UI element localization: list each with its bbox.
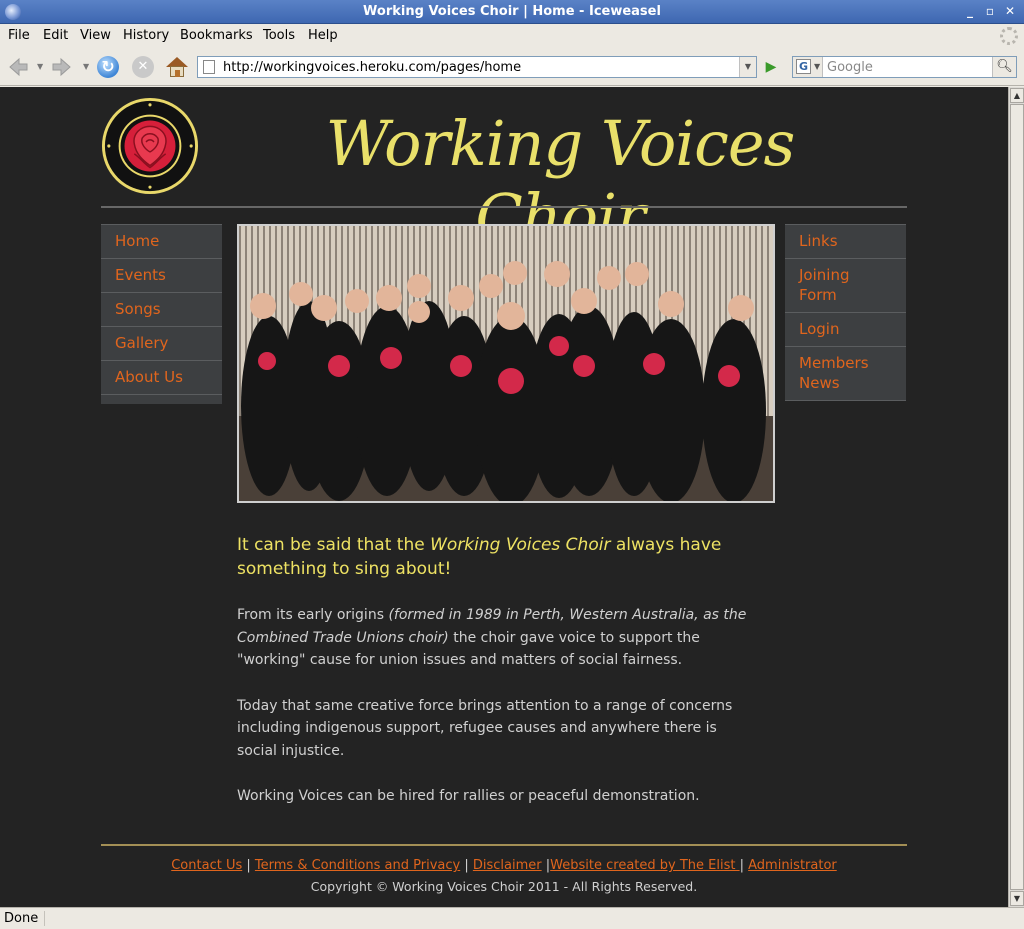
minimize-button[interactable]: _ [962, 3, 978, 19]
page-viewport: Working Voices Choir Home Events Songs G… [0, 87, 1008, 907]
nav-joining-form[interactable]: Joining Form [785, 258, 906, 312]
nav-songs[interactable]: Songs [101, 292, 222, 326]
header-divider [101, 206, 907, 208]
forward-button[interactable] [50, 55, 74, 79]
menu-tools[interactable]: Tools [263, 28, 295, 43]
menu-help[interactable]: Help [308, 28, 338, 43]
google-icon: G [796, 59, 811, 74]
search-input[interactable]: Google [827, 60, 873, 75]
reload-button[interactable]: ↻ [96, 55, 120, 79]
vertical-scrollbar[interactable]: ▲ ▼ [1008, 87, 1024, 907]
nav-members-news[interactable]: Members News [785, 346, 906, 401]
page-icon [203, 60, 215, 74]
url-text[interactable]: http://workingvoices.heroku.com/pages/ho… [223, 60, 521, 75]
nav-login[interactable]: Login [785, 312, 906, 346]
footer-contact-us[interactable]: Contact Us [171, 858, 242, 873]
url-bar[interactable]: http://workingvoices.heroku.com/pages/ho… [197, 56, 757, 78]
nav-events[interactable]: Events [101, 258, 222, 292]
search-magnifier-icon[interactable]: 🔍︎ [992, 57, 1016, 77]
nav-gallery[interactable]: Gallery [101, 326, 222, 360]
status-text: Done [4, 911, 46, 926]
throbber-icon [1000, 27, 1018, 45]
url-history-dropdown-icon[interactable]: ▼ [739, 57, 756, 77]
search-box[interactable]: G ▼ Google 🔍︎ [792, 56, 1017, 78]
footer-links: Contact Us | Terms & Conditions and Priv… [171, 858, 837, 873]
home-button[interactable] [165, 55, 189, 79]
go-button[interactable]: ▶ [760, 57, 782, 77]
lead-text: It can be said that the Working Voices C… [237, 535, 722, 579]
copyright-text: Copyright © Working Voices Choir 2011 - … [310, 879, 698, 894]
window-titlebar: Working Voices Choir | Home - Iceweasel … [0, 0, 1024, 24]
engine-dropdown-icon: ▼ [814, 62, 821, 71]
footer-divider [101, 844, 907, 846]
hire-paragraph: Working Voices can be hired for rallies … [237, 788, 700, 804]
reload-icon: ↻ [97, 56, 119, 78]
forward-history-dropdown-icon[interactable]: ▼ [83, 62, 89, 71]
nav-home[interactable]: Home [101, 224, 222, 258]
menu-file[interactable]: File [8, 28, 30, 43]
scroll-down-icon[interactable]: ▼ [1010, 891, 1024, 906]
close-button[interactable]: ✕ [1002, 3, 1018, 19]
choir-photo [237, 224, 775, 503]
footer-disclaimer[interactable]: Disclaimer [473, 858, 542, 873]
main-content: It can be said that the Working Voices C… [237, 533, 757, 808]
nav-links[interactable]: Links [785, 224, 906, 258]
menu-view[interactable]: View [80, 28, 111, 43]
back-history-dropdown-icon[interactable]: ▼ [37, 62, 43, 71]
left-nav: Home Events Songs Gallery About Us [101, 224, 222, 404]
menu-bar: File Edit View History Bookmarks Tools H… [0, 25, 1024, 47]
scroll-up-icon[interactable]: ▲ [1010, 88, 1024, 103]
history-paragraph: From its early origins (formed in 1989 i… [237, 607, 747, 668]
status-bar: Done [0, 907, 1024, 929]
nav-about-us[interactable]: About Us [101, 360, 222, 395]
menu-bookmarks[interactable]: Bookmarks [180, 28, 253, 43]
stop-icon: ✕ [132, 56, 154, 78]
mission-paragraph: Today that same creative force brings at… [237, 697, 733, 759]
menu-history[interactable]: History [123, 28, 169, 43]
choir-logo[interactable] [101, 97, 199, 195]
stop-button[interactable]: ✕ [131, 55, 155, 79]
home-icon [166, 57, 188, 77]
right-nav: Links Joining Form Login Members News [785, 224, 906, 401]
footer-administrator[interactable]: Administrator [748, 858, 837, 873]
back-button[interactable] [6, 55, 30, 79]
footer-terms[interactable]: Terms & Conditions and Privacy [255, 858, 460, 873]
scrollbar-thumb[interactable] [1010, 104, 1024, 890]
forward-arrow-icon [52, 57, 71, 77]
choir-group-image [239, 226, 773, 501]
menu-edit[interactable]: Edit [43, 28, 68, 43]
footer-website-credit[interactable]: Website created by The Elist [550, 858, 739, 873]
back-arrow-icon [9, 57, 28, 77]
search-engine-selector[interactable]: G ▼ [793, 57, 823, 77]
window-title: Working Voices Choir | Home - Iceweasel [363, 4, 661, 19]
maximize-button[interactable]: ▫ [982, 3, 998, 19]
